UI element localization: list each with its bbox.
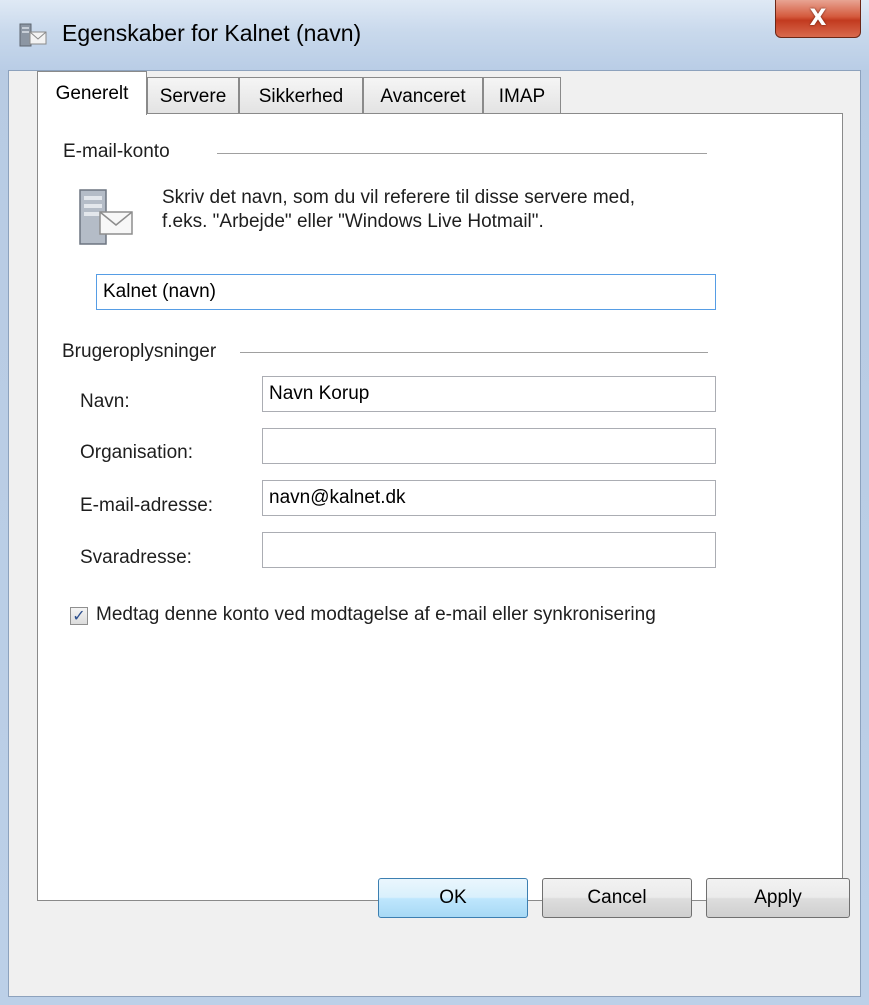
- reply-address-label: Svaradresse:: [80, 547, 192, 568]
- tab-avanceret[interactable]: Avanceret: [363, 77, 483, 115]
- group-label-user-info: Brugeroplysninger: [62, 341, 223, 363]
- description-line-1: Skriv det navn, som du vil referere til …: [162, 187, 636, 208]
- tab-sikkerhed[interactable]: Sikkerhed: [239, 77, 363, 115]
- group-divider-email: [217, 153, 707, 154]
- close-button[interactable]: X: [775, 0, 861, 38]
- properties-dialog: Egenskaber for Kalnet (navn) X Generelt …: [0, 0, 869, 1005]
- title-bar[interactable]: Egenskaber for Kalnet (navn) X: [0, 0, 869, 70]
- apply-button[interactable]: Apply: [706, 878, 850, 918]
- cancel-button[interactable]: Cancel: [542, 878, 692, 918]
- mail-server-icon: [79, 189, 133, 245]
- name-label: Navn:: [80, 391, 130, 412]
- tab-generelt[interactable]: Generelt: [37, 71, 147, 115]
- description-line-2: f.eks. "Arbejde" eller "Windows Live Hot…: [162, 211, 544, 232]
- group-label-email-account: E-mail-konto: [63, 141, 176, 163]
- tab-imap[interactable]: IMAP: [483, 77, 561, 115]
- include-account-checkbox[interactable]: ✓: [70, 607, 88, 625]
- checkmark-icon: ✓: [72, 606, 86, 625]
- email-address-input[interactable]: navn@kalnet.dk: [262, 480, 716, 516]
- account-description: Skriv det navn, som du vil referere til …: [162, 186, 635, 234]
- account-name-input[interactable]: Kalnet (navn): [96, 274, 716, 310]
- account-icon: [19, 23, 47, 47]
- email-address-label: E-mail-adresse:: [80, 495, 214, 516]
- name-input[interactable]: Navn Korup: [262, 376, 716, 412]
- close-icon: X: [809, 6, 827, 31]
- reply-address-input[interactable]: [262, 532, 716, 568]
- group-divider-user-info: [240, 352, 708, 353]
- ok-button[interactable]: OK: [378, 878, 528, 918]
- organization-input[interactable]: [262, 428, 716, 464]
- include-account-label[interactable]: Medtag denne konto ved modtagelse af e-m…: [96, 604, 656, 626]
- window-title: Egenskaber for Kalnet (navn): [62, 20, 362, 46]
- organization-label: Organisation:: [80, 442, 194, 463]
- tab-servere[interactable]: Servere: [147, 77, 239, 115]
